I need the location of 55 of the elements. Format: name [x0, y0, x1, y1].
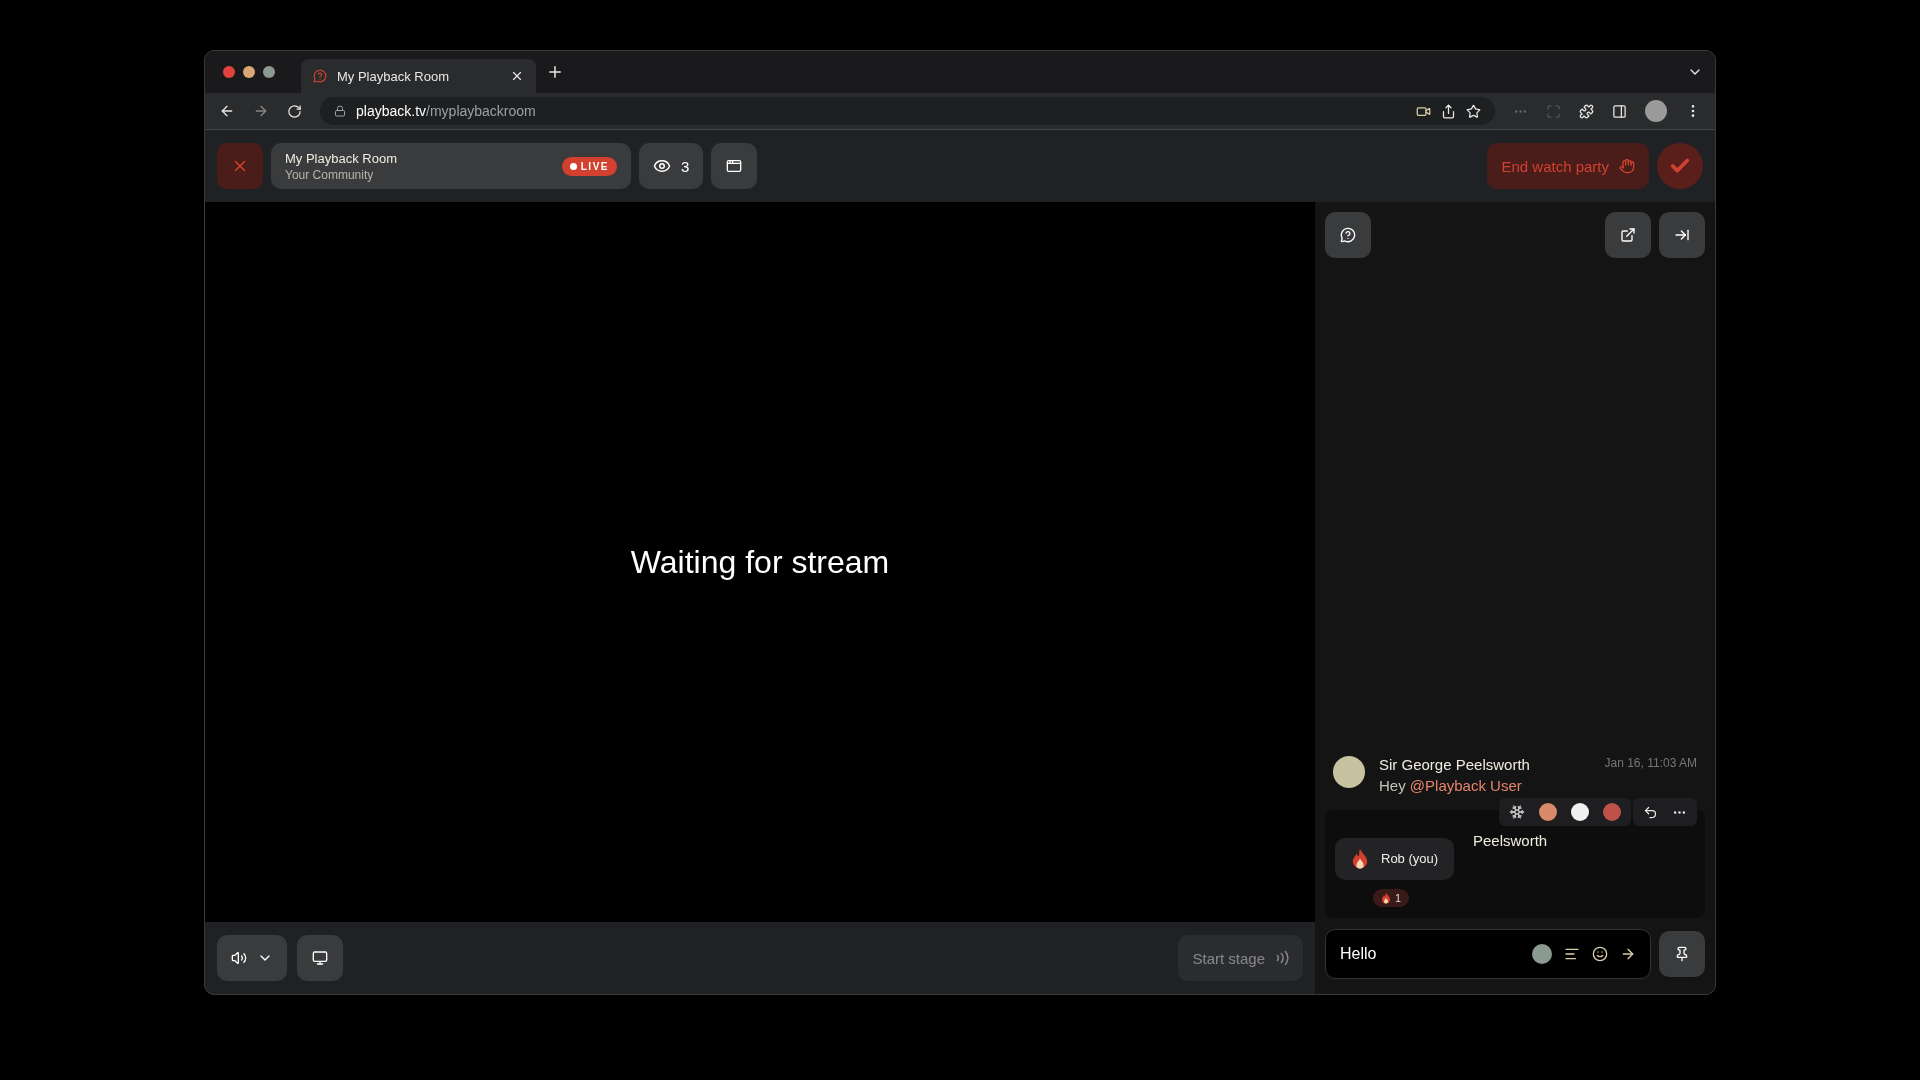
message-text: Hey @Playback User [1379, 777, 1523, 794]
zoom-light[interactable] [263, 66, 275, 78]
window-button[interactable] [711, 143, 758, 189]
viewers-button[interactable]: 3 [639, 143, 704, 189]
author-name: Sir George Peelsworth [1379, 756, 1530, 773]
screen-button[interactable] [297, 935, 343, 981]
live-badge: LIVE [561, 156, 617, 176]
format-icon[interactable] [1564, 946, 1580, 962]
reply-icon[interactable] [1643, 804, 1658, 820]
pin-icon [1674, 946, 1690, 962]
close-light[interactable] [223, 66, 235, 78]
reload-icon[interactable] [287, 103, 302, 119]
author-name: Peelsworth [1473, 832, 1548, 849]
broadcast-icon [1275, 950, 1289, 966]
collapse-button[interactable] [1659, 212, 1705, 258]
timestamp: Jan 16, 11:03 AM [1604, 756, 1697, 772]
avatar [1333, 756, 1365, 788]
external-link-icon [1620, 227, 1636, 243]
help-icon [1340, 227, 1356, 243]
volume-button[interactable] [217, 935, 287, 981]
monitor-icon [312, 950, 328, 966]
window-icon [726, 158, 743, 174]
speaker-icon [231, 950, 247, 966]
new-tab-icon[interactable] [546, 63, 564, 81]
puzzle-icon[interactable] [1579, 103, 1594, 119]
tab-title: My Playback Room [337, 68, 450, 84]
star-icon[interactable] [1466, 103, 1481, 119]
flame-icon [1351, 848, 1369, 870]
message-input[interactable]: Hello [1340, 941, 1520, 967]
minimize-light[interactable] [243, 66, 255, 78]
forward-icon[interactable] [253, 103, 269, 119]
message-field[interactable]: Hello [1325, 929, 1651, 979]
check-button[interactable] [1657, 143, 1703, 189]
eye-icon [653, 157, 671, 175]
share-icon[interactable] [1441, 103, 1456, 119]
side-panel-icon[interactable] [1612, 103, 1627, 119]
close-icon[interactable] [510, 69, 524, 83]
room-name: My Playback Room [285, 150, 398, 166]
logo-icon [313, 69, 327, 83]
snowflake-icon[interactable] [1509, 804, 1525, 820]
profile-avatar[interactable] [1645, 100, 1667, 122]
send-icon[interactable] [1620, 946, 1636, 962]
popout-button[interactable] [1605, 212, 1651, 258]
waiting-message: Waiting for stream [630, 543, 890, 581]
arrow-right-to-line-icon [1674, 227, 1690, 243]
help-button[interactable] [1325, 212, 1371, 258]
flame-icon [1381, 892, 1391, 904]
back-icon[interactable] [219, 103, 235, 119]
pin-button[interactable] [1659, 931, 1705, 977]
browser-tab[interactable]: My Playback Room [301, 59, 536, 93]
community-name: Your Community [285, 167, 375, 182]
lock-icon [334, 105, 346, 117]
tooltip-text: Rob (you) [1381, 851, 1439, 867]
reaction-chip[interactable]: 1 [1373, 889, 1410, 907]
hand-icon [1619, 158, 1635, 174]
